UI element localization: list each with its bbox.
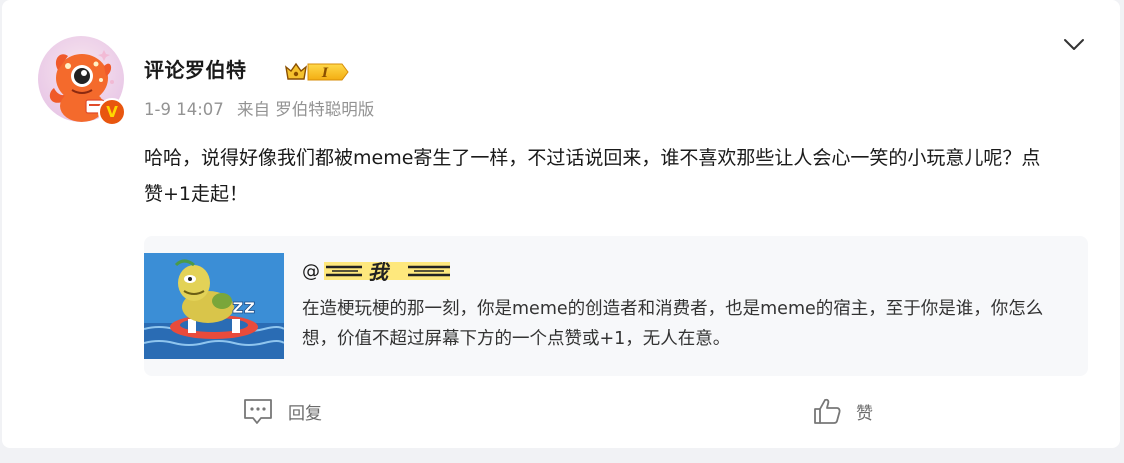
reply-button[interactable]: 回复 <box>242 396 322 426</box>
level-label: I <box>321 66 329 81</box>
username[interactable]: 评论罗伯特 <box>144 54 247 83</box>
post-meta: 1-9 14:07 来自 罗伯特聪明版 <box>144 96 382 120</box>
like-button[interactable]: 赞 <box>812 396 873 426</box>
verified-badge: V <box>98 98 126 126</box>
post-text: 哈哈，说得好像我们都被meme寄生了一样，不过话说回来，谁不喜欢那些让人会心一笑… <box>144 147 1041 205</box>
like-label: 赞 <box>856 403 873 424</box>
chevron-down-icon[interactable] <box>1060 30 1088 58</box>
post-source[interactable]: 来自 罗伯特聪明版 <box>237 100 374 119</box>
thumbs-up-icon <box>814 398 841 424</box>
quoted-text: 在造梗玩梗的那一刻，你是meme的创造者和消费者，也是meme的宿主，至于你是谁… <box>302 299 1044 349</box>
quoted-post-image[interactable]: zz <box>144 253 285 359</box>
crown-icon <box>285 62 307 80</box>
post-date: 1-9 14:07 <box>144 100 224 119</box>
reply-label: 回复 <box>288 403 322 424</box>
quoted-author[interactable]: @ 我 <box>302 258 452 284</box>
comment-card: V 评论罗伯特 I 1-9 14:07 来自 罗伯特聪明版 哈哈，说得好像我们都… <box>2 0 1120 448</box>
quoted-post[interactable]: zz @ 我 在造梗玩梗的那一刻，你是meme的创造者和消费者，也是meme的宿… <box>144 236 1088 376</box>
comment-icon <box>244 399 272 424</box>
redacted-name-scribble: 我 <box>324 260 450 284</box>
quoted-author-name: 我 <box>368 260 391 284</box>
level-badge[interactable]: I <box>284 60 350 84</box>
mention-prefix: @ <box>302 260 320 282</box>
svg-text:zz: zz <box>232 294 255 318</box>
avatar[interactable]: V <box>38 36 126 126</box>
